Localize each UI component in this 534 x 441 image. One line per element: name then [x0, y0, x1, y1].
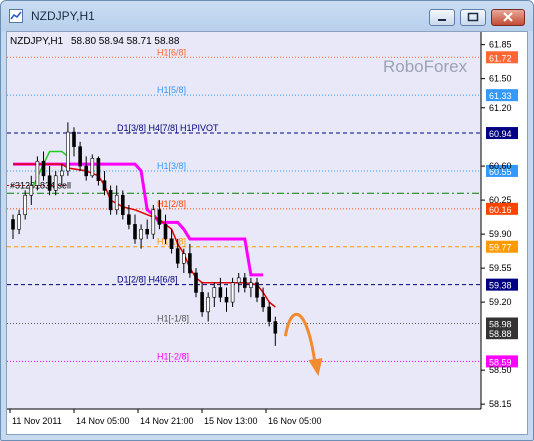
candle-body [145, 228, 149, 235]
candle-body [230, 282, 235, 303]
window-title: NZDJPY,H1 [31, 9, 95, 23]
candle-body [121, 194, 125, 215]
candle-body [78, 146, 82, 167]
maximize-icon [467, 12, 479, 22]
candle-body [96, 158, 101, 181]
chart-header-symbol: NZDJPY,H1 [10, 36, 64, 47]
y-axis-tick-label: 60.60 [489, 161, 512, 171]
y-axis-tick-label: 61.85 [489, 40, 512, 50]
candle-body [224, 296, 229, 303]
price-level-label: H1[2/8] [157, 199, 186, 209]
price-level-label: H1[-1/8] [157, 313, 189, 323]
candle-body [11, 219, 15, 230]
candle-body [175, 248, 180, 264]
x-axis-tick-label: 14 Nov 05:00 [76, 416, 130, 426]
maximize-button[interactable] [460, 9, 486, 26]
close-button[interactable] [491, 9, 525, 26]
price-level-label: H1[-2/8] [157, 351, 189, 361]
candle-body [206, 296, 210, 313]
chart-window-icon [9, 9, 23, 23]
candle-body [188, 253, 192, 274]
title-bar[interactable]: NZDJPY,H1 [1, 1, 533, 31]
current-price-tag-text: 58.88 [489, 329, 512, 339]
candle-body [273, 321, 278, 334]
x-axis-tick-label: 16 Nov 05:00 [268, 416, 322, 426]
candle-body [133, 224, 137, 240]
candle-body [72, 131, 76, 147]
x-axis-tick-label: 14 Nov 21:00 [140, 416, 194, 426]
candle-body [84, 165, 88, 177]
candle-body [114, 194, 119, 211]
candle-body [151, 209, 156, 235]
candle-body [139, 228, 143, 240]
candle-body [169, 238, 174, 249]
price-level-tag-text: 59.38 [489, 281, 512, 291]
candle-body [163, 224, 168, 240]
candle-body [182, 253, 186, 264]
price-level-tag-text: 61.33 [489, 91, 512, 101]
price-level-label: H1[6/8] [157, 47, 186, 57]
plot-background [7, 32, 481, 409]
y-axis-tick-label: 58.15 [489, 399, 512, 409]
candle-body [200, 292, 204, 313]
candle-body [59, 170, 64, 177]
candle-body [255, 282, 259, 298]
close-icon [503, 12, 513, 22]
candle-body [236, 277, 241, 283]
watermark: RoboForex [383, 57, 468, 76]
candle-body [127, 214, 131, 225]
candle-body [23, 194, 28, 215]
chart-window: NZDJPY,H1 H1[6/8] H1[5/8] D1[3/8] H4[7/8] … [0, 0, 534, 441]
candle-body [261, 296, 265, 308]
chart-header-ohlc: 58.80 58.94 58.71 58.88 [71, 36, 180, 47]
y-axis-tick-label: 59.20 [489, 297, 512, 307]
candle-body [53, 175, 58, 191]
candle-body [66, 131, 70, 172]
candle-body [35, 160, 40, 186]
price-level-label: D1[2/8] H4[6/8] [117, 275, 178, 285]
candle-body [218, 287, 223, 298]
price-level-tag-text: 60.94 [489, 129, 512, 139]
candle-body [194, 272, 198, 293]
candle-body [41, 160, 46, 177]
candle-body [243, 277, 247, 288]
y-axis-tick-label: 59.90 [489, 229, 512, 239]
y-axis-tick-label: 61.20 [489, 103, 512, 113]
candle-body [47, 175, 52, 191]
chart-area[interactable]: H1[6/8] H1[5/8] D1[3/8] H4[7/8] H1PIVOT H1[… [6, 31, 528, 435]
x-axis-tick-label: 11 Nov 2011 [12, 416, 62, 426]
candle-body [108, 190, 113, 211]
minimize-icon [438, 19, 446, 21]
price-level-label: H1[3/8] [157, 161, 186, 171]
candle-body [267, 306, 272, 322]
y-axis-tick-label: 60.25 [489, 195, 512, 205]
x-axis-tick-label: 15 Nov 13:00 [204, 416, 258, 426]
candle-body [102, 180, 107, 191]
price-level-tag-text: 59.77 [489, 243, 512, 253]
candle-body [249, 282, 253, 288]
price-level-tag-text: 61.72 [489, 53, 512, 63]
price-level-tag-text: 60.16 [489, 205, 512, 215]
y-axis-tick-label: 59.55 [489, 263, 512, 273]
y-axis-tick-label: 58.50 [489, 365, 512, 375]
candle-body [157, 209, 162, 225]
candle-body [17, 214, 21, 230]
candle-body [90, 158, 95, 177]
price-level-label: D1[3/8] H4[7/8] H1PIVOT [117, 123, 219, 133]
price-chart[interactable]: H1[6/8] H1[5/8] D1[3/8] H4[7/8] H1PIVOT H1[… [7, 32, 527, 434]
candle-body [212, 287, 217, 298]
minimize-button[interactable] [429, 9, 455, 26]
price-level-label: H1[5/8] [157, 85, 186, 95]
y-axis-tick-label: 61.50 [489, 74, 512, 84]
candle-body [29, 185, 34, 196]
